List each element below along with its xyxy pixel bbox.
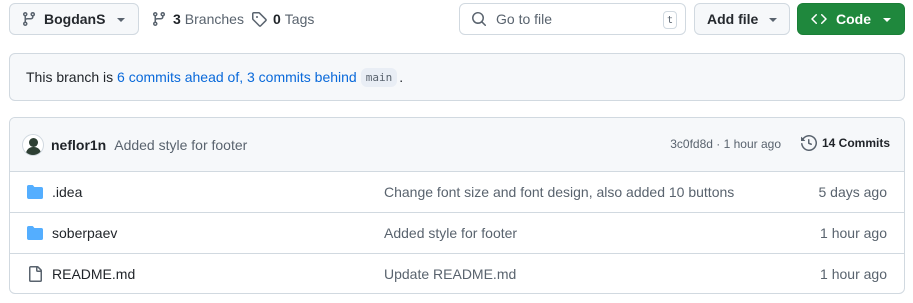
compare-prefix: This branch is [26, 69, 118, 85]
go-to-file-input[interactable]: Go to file t [459, 3, 686, 35]
avatar[interactable] [22, 133, 44, 156]
file-name-link[interactable]: .idea [52, 184, 82, 200]
commits-count-link[interactable]: 14 Commits [800, 135, 890, 151]
file-commit-message-link[interactable]: Added style for footer [384, 225, 517, 241]
search-icon [472, 12, 487, 27]
branch-compare-banner: This branch is 6 commits ahead of, 3 com… [9, 53, 905, 101]
branches-link[interactable]: 3 Branches [151, 3, 244, 35]
add-file-button[interactable]: Add file [694, 3, 790, 35]
commit-hash-time[interactable]: 3c0fd8d · 1 hour ago [670, 137, 781, 151]
folder-icon [27, 226, 43, 240]
search-placeholder: Go to file [496, 11, 553, 27]
git-branch-icon [22, 12, 35, 27]
file-commit-message-link[interactable]: Update README.md [384, 266, 516, 282]
file-row-readme[interactable]: README.md Update README.md 1 hour ago [10, 254, 904, 293]
file-commit-age: 5 days ago [818, 184, 888, 200]
tag-icon [252, 12, 267, 27]
commits-ahead-link[interactable]: 6 commits ahead of, [117, 69, 243, 85]
file-icon [29, 266, 42, 282]
branches-label: Branches [184, 11, 244, 27]
chevron-down-icon [883, 18, 891, 22]
file-row-soberpaev[interactable]: soberpaev Added style for footer 1 hour … [10, 213, 904, 254]
branch-name: BogdanS [44, 11, 106, 27]
git-branch-icon [152, 12, 165, 27]
code-icon [811, 13, 827, 25]
history-icon [800, 135, 817, 151]
commits-count-label: 14 Commits [821, 136, 890, 150]
code-label: Code [836, 11, 871, 27]
file-commit-age: 1 hour ago [820, 225, 887, 241]
shortcut-key-hint: t [663, 11, 677, 29]
file-name-link[interactable]: README.md [52, 266, 135, 282]
file-commit-age: 1 hour ago [820, 266, 887, 282]
file-commit-message-link[interactable]: Change font size and font design, also a… [384, 184, 734, 200]
file-row-idea[interactable]: .idea Change font size and font design, … [10, 172, 904, 213]
chevron-down-icon [769, 18, 777, 22]
commits-behind-link[interactable]: 3 commits behind [247, 69, 357, 85]
folder-icon [27, 185, 43, 199]
file-name-link[interactable]: soberpaev [52, 225, 117, 241]
add-file-label: Add file [707, 11, 759, 27]
base-branch-chip: main [360, 67, 398, 87]
commit-author-link[interactable]: neflor1n [51, 137, 106, 153]
tags-link[interactable]: 0 Tags [251, 3, 314, 35]
tags-label: Tags [284, 11, 315, 27]
chevron-down-icon [117, 18, 125, 22]
latest-commit-bar: neflor1n Added style for footer 3c0fd8d … [10, 118, 904, 172]
branches-count: 3 [173, 11, 181, 27]
tags-count: 0 [273, 11, 281, 27]
file-list: neflor1n Added style for footer 3c0fd8d … [9, 117, 905, 294]
branch-selector-button[interactable]: BogdanS [9, 3, 139, 35]
commit-message-link[interactable]: Added style for footer [114, 137, 247, 153]
compare-suffix: . [399, 69, 404, 85]
code-button[interactable]: Code [797, 3, 905, 35]
